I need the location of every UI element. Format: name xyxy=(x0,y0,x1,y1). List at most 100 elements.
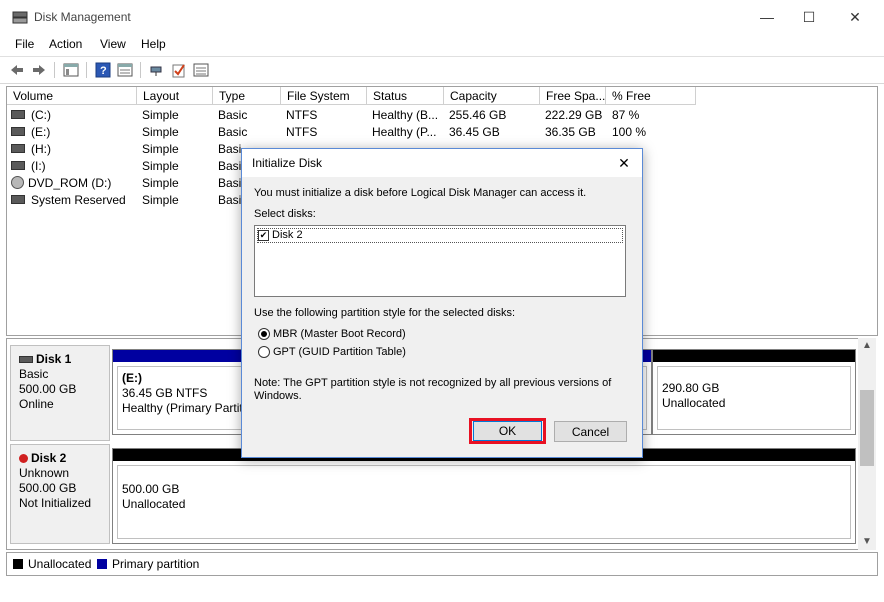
volume-type: Basi xyxy=(218,142,242,156)
unallocated-bar xyxy=(653,350,855,362)
volume-name: (H:) xyxy=(31,142,51,156)
col-header-volume[interactable]: Volume xyxy=(7,87,137,105)
close-button[interactable]: ✕ xyxy=(832,0,878,34)
dialog-title-bar: Initialize Disk ✕ xyxy=(242,149,642,177)
connect-icon[interactable] xyxy=(148,61,166,79)
drive-icon xyxy=(11,110,25,120)
volume-type: Basi xyxy=(218,159,242,173)
col-header-status[interactable]: Status xyxy=(367,87,444,105)
disk-size: 500.00 GB xyxy=(19,382,77,396)
title-bar: Disk Management — ☐ ✕ xyxy=(0,0,884,34)
volume-name: System Reserved xyxy=(31,193,126,207)
volume-fs: NTFS xyxy=(286,108,318,122)
volume-name: (C:) xyxy=(31,108,51,122)
volume-type: Basic xyxy=(218,125,248,139)
menu-help[interactable]: Help xyxy=(141,37,166,51)
dialog-close-icon[interactable]: ✕ xyxy=(612,152,636,174)
back-icon[interactable] xyxy=(8,61,26,79)
disk-2-label[interactable]: Disk 2 Unknown 500.00 GB Not Initialized xyxy=(10,444,110,544)
volume-layout: Simple xyxy=(142,142,179,156)
drive-icon xyxy=(11,127,25,137)
table-row[interactable]: (C:) Simple Basic NTFS Healthy (B... 255… xyxy=(7,107,875,124)
volume-percent-free: 87 % xyxy=(612,108,640,122)
volume-fs: NTFS xyxy=(286,125,318,139)
volume-status: Healthy (P... xyxy=(372,125,437,139)
legend: Unallocated Primary partition xyxy=(6,552,878,576)
disk-select-list[interactable]: ✔ Disk 2 xyxy=(254,225,626,297)
drive-icon xyxy=(11,195,25,205)
scroll-up-icon[interactable]: ▲ xyxy=(862,340,872,351)
volume-capacity: 36.45 GB xyxy=(449,125,500,139)
cancel-button[interactable]: Cancel xyxy=(554,421,627,442)
disk-1-label[interactable]: Disk 1 Basic 500.00 GB Online xyxy=(10,345,110,441)
menu-view[interactable]: View xyxy=(100,37,126,51)
dvd-drive-icon xyxy=(11,176,24,190)
volume-layout: Simple xyxy=(142,193,179,207)
volume-layout: Simple xyxy=(142,176,179,190)
dialog-title: Initialize Disk xyxy=(252,156,323,170)
volume-free: 222.29 GB xyxy=(545,108,603,122)
partition-unallocated-disk2[interactable]: 500.00 GB Unallocated xyxy=(112,448,856,544)
mbr-option[interactable]: MBR (Master Boot Record) xyxy=(258,328,406,341)
partition-status: Unallocated xyxy=(662,396,726,410)
col-header-capacity[interactable]: Capacity xyxy=(444,87,540,105)
volume-name: DVD_ROM (D:) xyxy=(28,176,112,190)
drive-icon xyxy=(11,161,25,171)
disk-list-item[interactable]: ✔ Disk 2 xyxy=(257,228,623,243)
mbr-label: MBR (Master Boot Record) xyxy=(273,328,406,340)
minimize-button[interactable]: — xyxy=(744,0,790,34)
col-header-percent-free[interactable]: % Free xyxy=(606,87,696,105)
volume-type: Basi xyxy=(218,176,242,190)
menu-file[interactable]: File xyxy=(15,37,34,51)
console-tree-icon[interactable] xyxy=(62,61,80,79)
menu-action[interactable]: Action xyxy=(49,37,82,51)
maximize-button[interactable]: ☐ xyxy=(786,0,832,34)
properties-icon[interactable] xyxy=(116,61,134,79)
disk-icon xyxy=(19,356,33,364)
gpt-option[interactable]: GPT (GUID Partition Table) xyxy=(258,346,406,359)
disk-size: 500.00 GB xyxy=(19,481,77,495)
volume-free: 36.35 GB xyxy=(545,125,596,139)
forward-icon[interactable] xyxy=(30,61,48,79)
partition-size: 500.00 GB xyxy=(122,482,180,496)
disk-type: Basic xyxy=(19,367,49,381)
volume-layout: Simple xyxy=(142,108,179,122)
ok-button[interactable]: OK xyxy=(473,421,542,441)
legend-primary: Primary partition xyxy=(112,557,200,571)
table-row[interactable]: (E:) Simple Basic NTFS Healthy (P... 36.… xyxy=(7,124,875,141)
volume-type: Basi xyxy=(218,193,242,207)
menu-bar: File Action View Help xyxy=(0,34,884,54)
gpt-label: GPT (GUID Partition Table) xyxy=(273,346,406,358)
primary-partition-swatch xyxy=(97,559,107,569)
vertical-scrollbar[interactable]: ▲ ▼ xyxy=(858,338,876,550)
volume-status: Healthy (B... xyxy=(372,108,439,122)
partition-style-label: Use the following partition style for th… xyxy=(254,307,516,319)
check-disk-icon[interactable] xyxy=(170,61,188,79)
disk-name: Disk 1 xyxy=(36,352,72,366)
help-icon[interactable]: ? xyxy=(94,61,112,79)
window-title: Disk Management xyxy=(34,10,131,24)
list-view-icon[interactable] xyxy=(192,61,210,79)
disk-item-label: Disk 2 xyxy=(272,229,303,241)
scroll-down-icon[interactable]: ▼ xyxy=(862,536,872,547)
gpt-note-line1: Note: The GPT partition style is not rec… xyxy=(254,377,612,389)
col-header-layout[interactable]: Layout xyxy=(137,87,213,105)
scrollbar-thumb[interactable] xyxy=(860,390,874,466)
dialog-intro-text: You must initialize a disk before Logica… xyxy=(254,187,587,199)
col-header-free-space[interactable]: Free Spa... xyxy=(540,87,606,105)
disk-state: Online xyxy=(19,397,54,411)
unallocated-swatch xyxy=(13,559,23,569)
mbr-radio[interactable] xyxy=(258,328,270,341)
col-header-type[interactable]: Type xyxy=(213,87,281,105)
disk-type: Unknown xyxy=(19,466,70,480)
disk-checkbox[interactable]: ✔ xyxy=(258,229,269,241)
volume-capacity: 255.46 GB xyxy=(449,108,507,122)
volume-percent-free: 100 % xyxy=(612,125,647,139)
gpt-radio[interactable] xyxy=(258,346,270,359)
disk-state: Not Initialized xyxy=(19,496,92,510)
volume-layout: Simple xyxy=(142,125,179,139)
col-header-filesystem[interactable]: File System xyxy=(281,87,367,105)
partition-unallocated-disk1[interactable]: 290.80 GB Unallocated xyxy=(652,349,856,435)
volume-layout: Simple xyxy=(142,159,179,173)
partition-size: 290.80 GB xyxy=(662,381,720,395)
